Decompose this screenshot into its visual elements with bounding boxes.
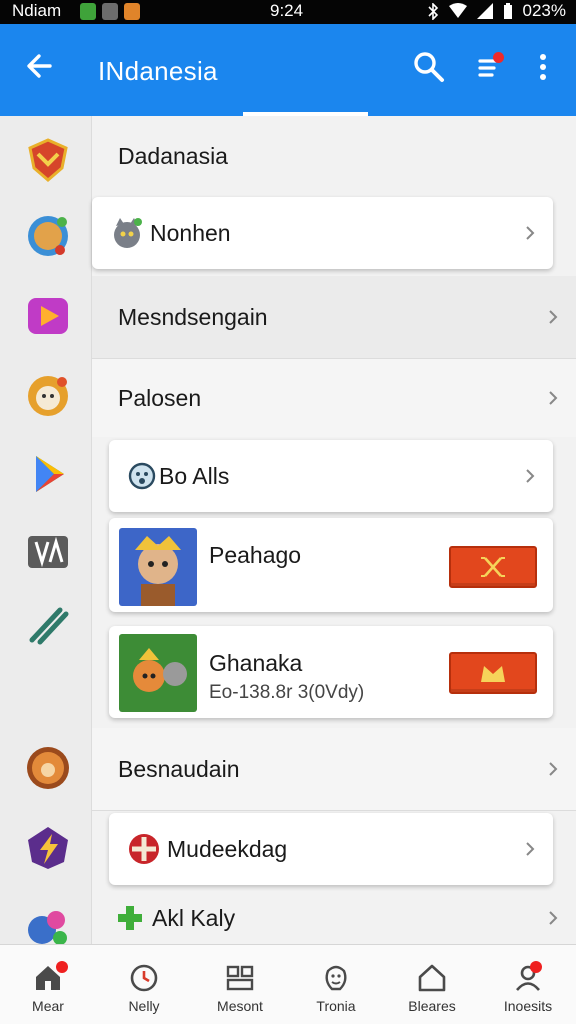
slash-logo-icon[interactable]	[24, 600, 72, 648]
bottom-navigation: Mear Nelly Mesont Tronia Bleares Inoesit…	[0, 944, 576, 1024]
list-item-mudeekdag[interactable]: Mudeekdag	[109, 813, 553, 885]
list-item-nonhen[interactable]: Nonhen	[92, 197, 553, 269]
list-item-mesndsengain[interactable]: Mesndsengain	[92, 276, 576, 358]
house-icon	[418, 964, 446, 992]
tab-nelly[interactable]: Nelly	[96, 945, 192, 1024]
notification-badge	[530, 961, 542, 973]
game-thumbnail	[119, 634, 197, 712]
tab-label: Mesont	[217, 998, 263, 1014]
bubbles-game-icon[interactable]	[24, 902, 72, 950]
va-logo-icon[interactable]	[24, 528, 72, 576]
hero-game-icon[interactable]	[24, 212, 72, 260]
clock: 9:24	[270, 1, 304, 20]
green-cross-icon	[118, 906, 142, 930]
more-vert-icon[interactable]	[530, 50, 556, 84]
status-bar: Ndiam 9:24 023%	[0, 0, 576, 24]
crossed-swords-icon	[481, 557, 505, 577]
notification-gallery-icon	[102, 3, 118, 20]
tab-label: Bleares	[408, 998, 456, 1014]
game-action-button[interactable]	[449, 652, 537, 694]
red-cross-icon	[129, 834, 159, 864]
list-header-label: Dadanasia	[118, 142, 228, 169]
divider	[92, 810, 576, 811]
notification-badge	[493, 52, 504, 63]
grid-icon	[226, 965, 254, 991]
smiley-icon	[128, 462, 156, 490]
tab-bleares[interactable]: Bleares	[384, 945, 480, 1024]
chevron-right-icon	[549, 391, 558, 405]
play-video-icon[interactable]	[24, 292, 72, 340]
chevron-right-icon	[549, 310, 558, 324]
list-item-label: Palosen	[118, 384, 202, 411]
clock-icon	[130, 964, 158, 992]
wifi-icon	[448, 3, 467, 18]
system-icons: 023%	[427, 1, 566, 21]
list-item-palosen[interactable]: Palosen	[92, 359, 576, 437]
tab-inoesits[interactable]: Inoesits	[480, 945, 576, 1024]
list-item-label: Mudeekdag	[167, 835, 288, 862]
tab-home[interactable]: Mear	[0, 945, 96, 1024]
chevron-right-icon	[526, 469, 535, 483]
character-game-icon[interactable]	[24, 372, 72, 420]
cat-hero-icon	[114, 218, 142, 248]
filter-button[interactable]	[472, 50, 506, 84]
battery-icon	[503, 2, 512, 19]
tab-label: Inoesits	[503, 998, 553, 1014]
battery-percent: 023%	[522, 1, 566, 20]
list-item-label: Bo Alls	[159, 462, 230, 489]
game-title: Ghanaka	[209, 650, 303, 676]
crown-icon	[481, 666, 505, 682]
fox-game-icon[interactable]	[24, 744, 72, 792]
list-item-besnaudain[interactable]: Besnaudain	[92, 728, 576, 810]
list-header: Dadanasia	[92, 116, 576, 196]
notification-shield-icon	[124, 3, 140, 20]
back-arrow-icon[interactable]	[20, 46, 60, 86]
list-item-label: Akl Kaly	[152, 904, 236, 931]
play-store-icon[interactable]	[24, 450, 72, 498]
list-item-label: Nonhen	[150, 219, 231, 246]
tab-label: Mear	[32, 998, 64, 1014]
chevron-right-icon	[549, 762, 558, 776]
tab-label: Tronia	[316, 998, 356, 1014]
list-item-akl-kaly[interactable]: Akl Kaly	[92, 892, 576, 944]
chevron-right-icon	[526, 226, 535, 240]
notification-badge	[56, 961, 68, 973]
game-thumbnail	[119, 528, 197, 606]
bluetooth-icon	[427, 2, 438, 20]
tab-tronia[interactable]: Tronia	[288, 945, 384, 1024]
game-title: Peahago	[209, 542, 302, 568]
smile-face-icon	[325, 965, 347, 991]
signal-icon	[476, 3, 493, 19]
tab-mesont[interactable]: Mesont	[192, 945, 288, 1024]
tab-label: Nelly	[128, 998, 160, 1014]
shield-emblem-icon[interactable]	[24, 136, 72, 184]
chevron-right-icon	[549, 911, 558, 925]
notification-app-icon	[80, 3, 96, 20]
chevron-right-icon	[526, 842, 535, 856]
notification-icons	[80, 3, 140, 20]
search-icon[interactable]	[410, 48, 448, 86]
game-action-button[interactable]	[449, 546, 537, 588]
game-card-peahago[interactable]: Peahago	[109, 518, 553, 612]
list-item-label: Besnaudain	[118, 755, 240, 782]
list-item-label: Mesndsengain	[118, 303, 268, 330]
left-rail	[0, 116, 92, 945]
list-item-bo-alls[interactable]: Bo Alls	[109, 440, 553, 512]
game-subtitle: Eo-138.8r 3(0Vdy)	[209, 682, 365, 703]
carrier-name: Ndiam	[12, 1, 62, 20]
page-title: INdanesia	[98, 56, 218, 86]
game-card-ghanaka[interactable]: Ghanaka Eo-138.8r 3(0Vdy)	[109, 626, 553, 718]
lightning-badge-icon[interactable]	[24, 824, 72, 872]
app-bar: INdanesia	[0, 24, 576, 116]
